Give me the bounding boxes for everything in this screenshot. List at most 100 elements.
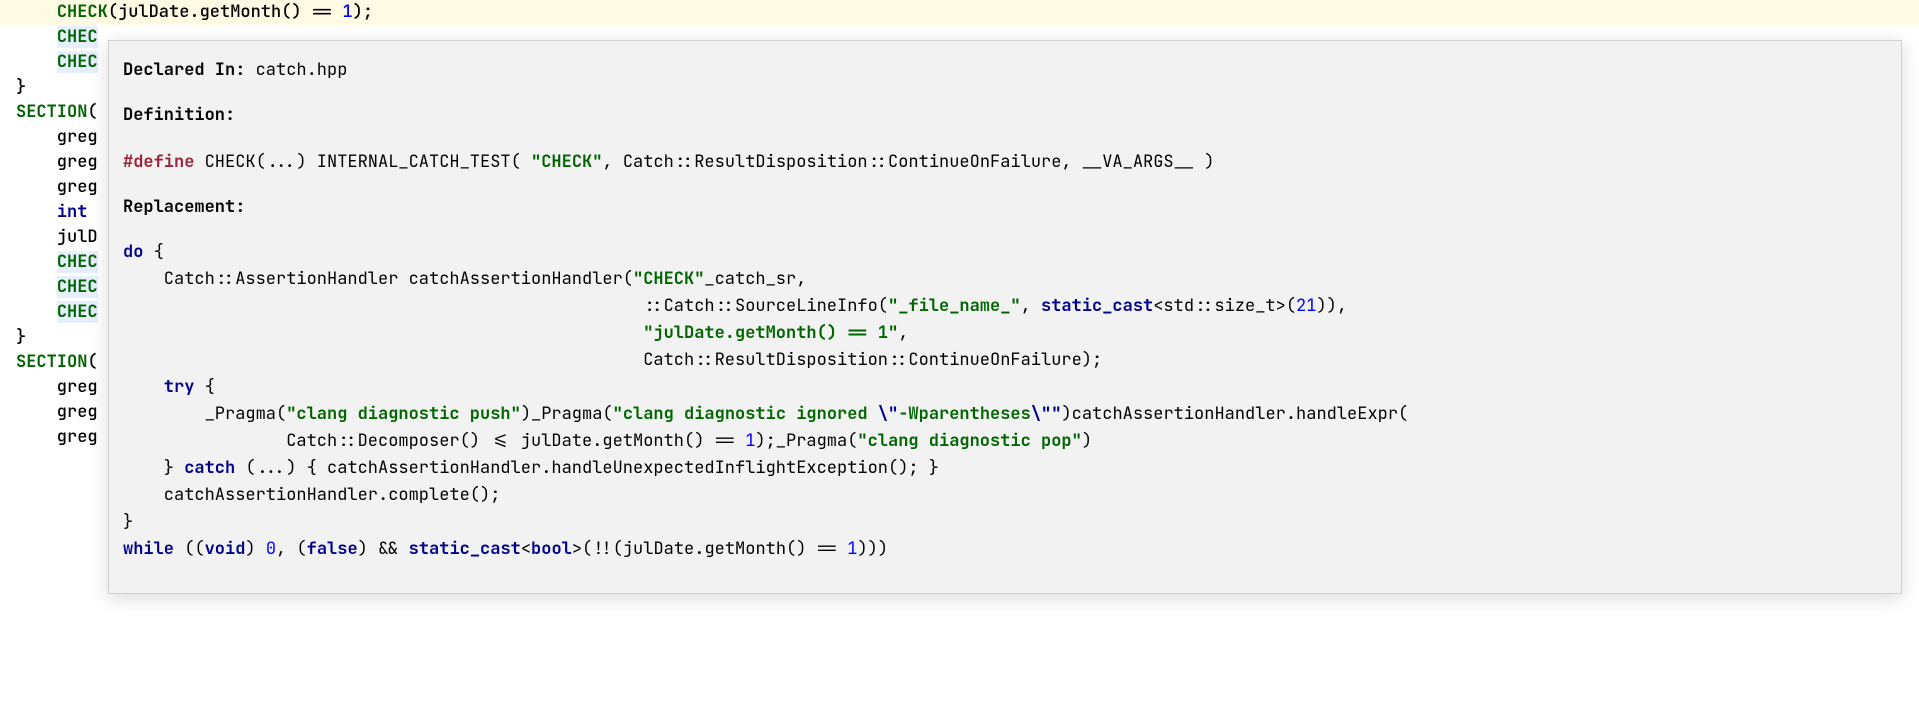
code-text: ( — [87, 101, 97, 123]
code-text — [87, 201, 97, 223]
code-text: _Pragma( — [123, 403, 286, 425]
macro-call: CHECK — [57, 1, 108, 23]
macro-call: SECTION — [16, 351, 87, 373]
definition-label-row: Definition: — [123, 102, 1887, 129]
code-text: ) — [245, 538, 265, 560]
code-text: CHECK(...) INTERNAL_CATCH_TEST( — [194, 151, 531, 173]
keyword: static_cast — [1041, 295, 1153, 317]
quick-doc-popup[interactable]: Declared In: catch.hpp Definition: #defi… — [108, 40, 1902, 594]
string-literal: "clang diagnostic pop" — [857, 430, 1081, 452]
code-text: )catchAssertionHandler.handleExpr( — [1061, 403, 1408, 425]
escape: \"" — [1031, 403, 1062, 425]
indent — [16, 276, 57, 298]
number-literal: 1 — [342, 1, 352, 23]
code-text: )_Pragma( — [521, 403, 613, 425]
keyword: catch — [184, 457, 235, 479]
code-text: _catch_sr, — [704, 268, 806, 290]
replacement-line: } catch (...) { catchAssertionHandler.ha… — [123, 455, 1887, 482]
code-text: ) && — [358, 538, 409, 560]
declared-in-row: Declared In: catch.hpp — [123, 57, 1887, 84]
keyword: try — [164, 376, 195, 398]
replacement-line: catchAssertionHandler.complete(); — [123, 482, 1887, 509]
keyword: bool — [531, 538, 572, 560]
replacement-line: _Pragma("clang diagnostic push")_Pragma(… — [123, 401, 1887, 428]
code-text: , — [898, 322, 908, 344]
brace: } — [123, 511, 133, 533]
code-text: ); — [353, 1, 373, 23]
indent — [16, 1, 57, 23]
code-text: ) — [1082, 430, 1092, 452]
code-text: Catch::AssertionHandler catchAssertionHa… — [123, 268, 633, 290]
code-text: julD — [16, 226, 98, 248]
replacement-line: "julDate.getMonth() == 1", — [123, 320, 1887, 347]
code-text: >(!!(julDate.getMonth() == — [572, 538, 847, 560]
replacement-line: } — [123, 509, 1887, 536]
code-text: , ( — [276, 538, 307, 560]
preprocessor: #define — [123, 151, 194, 173]
indent — [16, 26, 57, 48]
code-text: <std::size_t>( — [1153, 295, 1296, 317]
macro-call: CHEC — [57, 301, 98, 323]
string-literal: "clang diagnostic ignored — [613, 403, 878, 425]
indent — [123, 376, 164, 398]
code-text: greg — [16, 151, 98, 173]
code-text: Catch::ResultDisposition::ContinueOnFail… — [123, 349, 1102, 371]
code-text: (( — [174, 538, 205, 560]
code-line-current[interactable]: CHECK(julDate.getMonth() == 1); — [0, 0, 1919, 25]
code-text: greg — [16, 126, 98, 148]
code-text — [123, 322, 643, 344]
code-text: greg — [16, 401, 98, 423]
code-text: (julDate.getMonth() == — [108, 1, 343, 23]
code-text: } — [123, 457, 184, 479]
keyword: do — [123, 241, 143, 263]
code-text: ))) — [857, 538, 888, 560]
spacer — [123, 176, 1887, 194]
replacement-line: Catch::AssertionHandler catchAssertionHa… — [123, 266, 1887, 293]
macro-call: CHEC — [57, 51, 98, 73]
macro-call: CHEC — [57, 276, 98, 298]
spacer — [123, 221, 1887, 239]
indent — [16, 301, 57, 323]
brace: } — [16, 326, 26, 348]
code-text: )), — [1316, 295, 1347, 317]
brace: } — [16, 76, 26, 98]
spacer — [123, 129, 1887, 147]
keyword: while — [123, 538, 174, 560]
macro-call: CHEC — [57, 26, 98, 48]
replacement-line: while ((void) 0, (false) && static_cast<… — [123, 536, 1887, 563]
code-text: greg — [16, 176, 98, 198]
code-text: ::Catch::SourceLineInfo( — [123, 295, 888, 317]
code-text: , Catch::ResultDisposition::ContinueOnFa… — [602, 151, 1214, 173]
code-text: { — [194, 376, 214, 398]
string-literal: "CHECK" — [531, 151, 602, 173]
replacement-line: ::Catch::SourceLineInfo("_file_name_", s… — [123, 293, 1887, 320]
code-text: Catch::Decomposer() <= julDate.getMonth(… — [123, 430, 745, 452]
spacer — [123, 84, 1887, 102]
string-literal: "julDate.getMonth() == 1" — [643, 322, 898, 344]
code-text: greg — [16, 426, 98, 448]
keyword: void — [205, 538, 246, 560]
number-literal: 1 — [745, 430, 755, 452]
macro-call: CHEC — [57, 251, 98, 273]
string-literal: "CHECK" — [633, 268, 704, 290]
code-text: , — [1021, 295, 1041, 317]
keyword: static_cast — [409, 538, 521, 560]
replacement-label-row: Replacement: — [123, 194, 1887, 221]
definition-label: Definition: — [123, 104, 235, 126]
code-text: );_Pragma( — [755, 430, 857, 452]
code-text: greg — [16, 376, 98, 398]
escape: \" — [878, 403, 898, 425]
replacement-line: do { — [123, 239, 1887, 266]
code-text: { — [143, 241, 163, 263]
string-literal: "_file_name_" — [888, 295, 1021, 317]
number-literal: 21 — [1296, 295, 1316, 317]
indent — [16, 51, 57, 73]
replacement-label: Replacement: — [123, 196, 245, 218]
string-literal: -Wparentheses — [898, 403, 1031, 425]
code-editor[interactable]: CHECK(julDate.getMonth() == 1); CHEC CHE… — [0, 0, 1919, 701]
declared-in-label: Declared In: — [123, 59, 245, 81]
declared-in-value: catch.hpp — [245, 59, 347, 81]
number-literal: 1 — [847, 538, 857, 560]
code-text: (...) { catchAssertionHandler.handleUnex… — [235, 457, 939, 479]
keyword: int — [57, 201, 88, 223]
